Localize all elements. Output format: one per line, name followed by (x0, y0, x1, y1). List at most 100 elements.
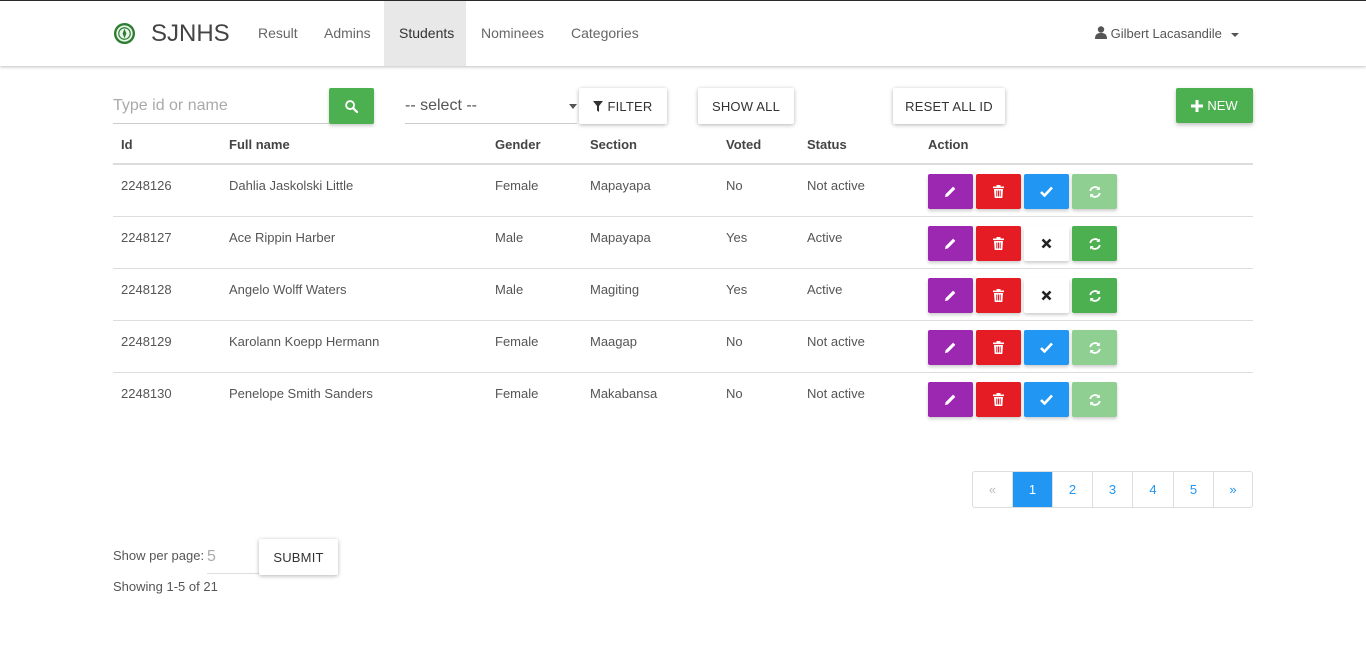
filter-button[interactable]: FILTER (579, 88, 667, 124)
trash-icon (993, 289, 1004, 302)
page-prev-button[interactable]: « (973, 472, 1012, 507)
reset-all-id-label: RESET ALL ID (905, 98, 993, 114)
edit-button[interactable] (928, 226, 973, 261)
page-3-button[interactable]: 3 (1092, 472, 1132, 507)
reset-id-button[interactable] (1072, 382, 1117, 417)
reset-id-button[interactable] (1072, 330, 1117, 365)
reset-all-id-button[interactable]: RESET ALL ID (893, 88, 1005, 124)
edit-button[interactable] (928, 174, 973, 209)
nav-item-nominees[interactable]: Nominees (466, 1, 559, 66)
trash-icon (993, 185, 1004, 198)
nav-item-categories[interactable]: Categories (556, 1, 654, 66)
deactivate-button[interactable] (1024, 226, 1069, 261)
delete-button[interactable] (976, 226, 1021, 261)
brand-name[interactable]: SJNHS (151, 21, 230, 47)
header-action: Action (928, 137, 969, 152)
cell-voted: Yes (726, 230, 748, 245)
edit-button[interactable] (928, 330, 973, 365)
header-full-name: Full name (229, 137, 290, 152)
table-body: 2248126 Dahlia Jaskolski Little Female Mapa… (113, 165, 1253, 425)
user-name: Gilbert Lacasandile (1110, 26, 1222, 41)
cell-full-name: Ace Rippin Harber (229, 230, 336, 245)
caret-down-icon (1230, 32, 1239, 37)
activate-button[interactable] (1024, 330, 1069, 365)
cell-gender: Male (495, 230, 524, 245)
cell-id: 2248126 (121, 178, 172, 193)
trash-icon (993, 341, 1004, 354)
pencil-icon (944, 290, 956, 302)
header-gender: Gender (495, 137, 541, 152)
cell-status: Not active (807, 178, 865, 193)
table-row: 2248126 Dahlia Jaskolski Little Female Mapa… (113, 165, 1253, 217)
table-row: 2248128 Angelo Wolff Waters Male Magiting Ye… (113, 269, 1253, 321)
page-4-button[interactable]: 4 (1132, 472, 1173, 507)
reset-id-button[interactable] (1072, 174, 1117, 209)
cell-section: Magiting (590, 282, 640, 297)
user-menu[interactable]: Gilbert Lacasandile (1095, 1, 1239, 66)
cell-status: Active (807, 282, 843, 297)
search-input[interactable] (113, 88, 329, 124)
reset-id-button[interactable] (1072, 278, 1117, 313)
delete-button[interactable] (976, 382, 1021, 417)
show-all-label: SHOW ALL (711, 98, 781, 114)
edit-button[interactable] (928, 382, 973, 417)
search-button[interactable] (329, 88, 374, 124)
cell-full-name: Karolann Koepp Hermann (229, 334, 380, 349)
refresh-icon (1088, 185, 1101, 198)
table-row: 2248129 Karolann Koepp Hermann Female Maaga… (113, 321, 1253, 373)
nav-item-result[interactable]: Result (243, 1, 313, 66)
nav-item-admins[interactable]: Admins (309, 1, 386, 66)
deactivate-button[interactable] (1024, 278, 1069, 313)
show-all-button[interactable]: SHOW ALL (698, 88, 794, 124)
delete-button[interactable] (976, 330, 1021, 365)
page-5-button[interactable]: 5 (1173, 472, 1213, 507)
pencil-icon (944, 238, 956, 250)
page-1-button[interactable]: 1 (1012, 472, 1052, 507)
cell-gender: Female (495, 334, 539, 349)
refresh-icon (1088, 237, 1101, 250)
activate-button[interactable] (1024, 174, 1069, 209)
reset-id-button[interactable] (1072, 226, 1117, 261)
search-icon (345, 99, 358, 113)
cell-voted: No (726, 334, 743, 349)
school-seal-icon[interactable] (113, 22, 136, 45)
cell-section: Mapayapa (590, 230, 651, 245)
edit-button[interactable] (928, 278, 973, 313)
showing-count: Showing 1-5 of 21 (113, 579, 218, 594)
navbar: SJNHS Result Admins Students Nominees Ca… (0, 0, 1366, 66)
per-page-label: Show per page: (113, 548, 205, 563)
cell-status: Not active (807, 386, 865, 401)
nav-item-students[interactable]: Students (384, 1, 466, 66)
page-2-button[interactable]: 2 (1052, 472, 1092, 507)
cell-gender: Male (495, 282, 524, 297)
per-page-input[interactable] (207, 540, 259, 574)
check-icon (1040, 186, 1053, 197)
cell-full-name: Dahlia Jaskolski Little (229, 178, 354, 193)
cell-gender: Female (495, 386, 539, 401)
submit-button[interactable]: SUBMIT (259, 539, 338, 575)
header-section: Section (590, 137, 637, 152)
row-actions (928, 226, 1117, 261)
page-next-button[interactable]: » (1213, 472, 1252, 507)
row-actions (928, 278, 1117, 313)
pencil-icon (944, 186, 956, 198)
pencil-icon (944, 342, 956, 354)
row-actions (928, 382, 1117, 417)
check-icon (1040, 394, 1053, 405)
trash-icon (993, 393, 1004, 406)
cell-section: Makabansa (590, 386, 658, 401)
cell-id: 2248130 (121, 386, 172, 401)
trash-icon (993, 237, 1004, 250)
new-button[interactable]: NEW (1176, 88, 1253, 123)
cell-voted: Yes (726, 282, 748, 297)
delete-button[interactable] (976, 278, 1021, 313)
activate-button[interactable] (1024, 382, 1069, 417)
table-row: 2248127 Ace Rippin Harber Male Mapayapa Yes A… (113, 217, 1253, 269)
section-select[interactable]: -- select -- (405, 88, 577, 124)
section-select-value: -- select -- (405, 97, 477, 114)
header-status: Status (807, 137, 847, 152)
submit-label: SUBMIT (273, 549, 324, 565)
refresh-icon (1088, 393, 1101, 406)
delete-button[interactable] (976, 174, 1021, 209)
students-table: Id Full name Gender Section Voted Status… (113, 126, 1253, 425)
